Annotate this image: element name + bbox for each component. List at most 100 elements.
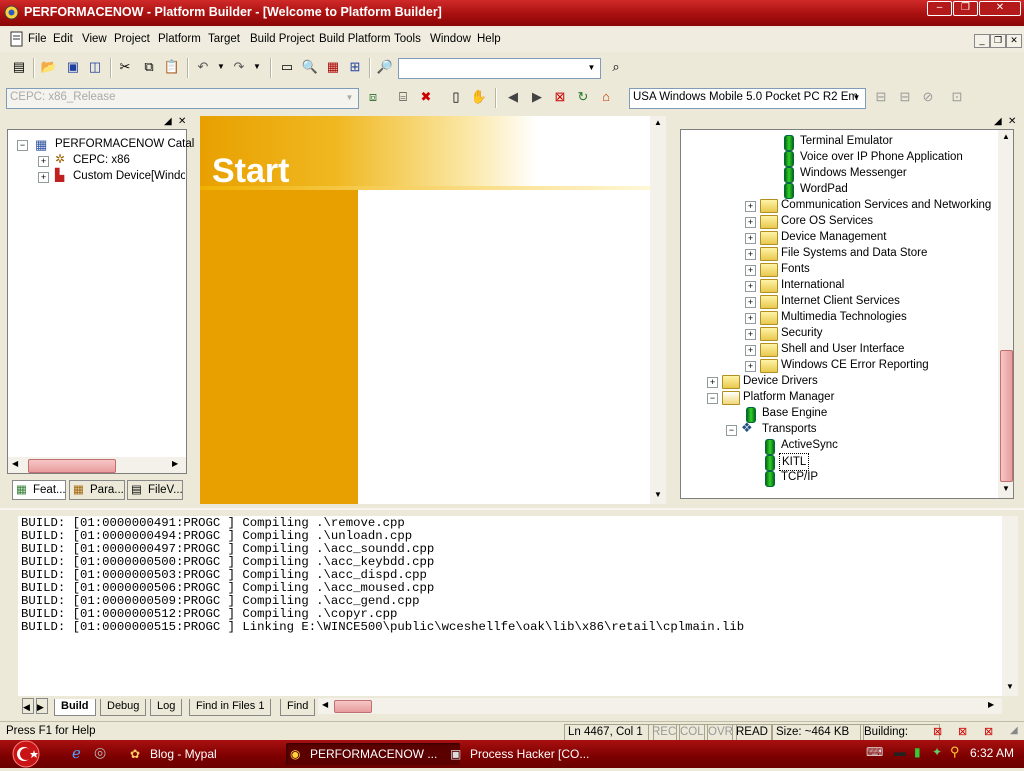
expand-icon[interactable]: + (745, 201, 756, 212)
close-button[interactable]: ✕ (979, 1, 1021, 16)
catalog-item-activesync[interactable]: ActiveSync (781, 437, 838, 453)
browser-quicklaunch-icon[interactable]: ℯ (72, 744, 81, 762)
configuration-combo[interactable]: CEPC: x86_Release ▼ (6, 88, 359, 109)
forward-icon[interactable]: ▶ (528, 88, 546, 106)
catalog-folder-fonts[interactable]: Fonts (781, 261, 810, 277)
menu-file[interactable]: File (28, 33, 47, 45)
mdi-minimize-button[interactable]: _ (974, 34, 990, 48)
tab-find[interactable]: Find (280, 699, 316, 716)
tab-feature-view[interactable]: ▦ Feat... (12, 480, 66, 500)
tab-parameter-view[interactable]: ▦ Para... (69, 480, 125, 500)
redo-dropdown-icon[interactable]: ▼ (248, 58, 266, 76)
output-horizontal-scrollbar[interactable]: ◀ ▶ (318, 698, 1002, 714)
expand-icon[interactable]: + (745, 217, 756, 228)
expand-icon[interactable]: + (38, 156, 49, 167)
catalog-item-terminal-emulator[interactable]: Terminal Emulator (800, 133, 893, 149)
start-button[interactable] (4, 740, 48, 768)
cut-icon[interactable]: ✂ (116, 58, 134, 76)
catalog-vertical-scrollbar[interactable]: ▲ ▼ (998, 130, 1013, 498)
expand-icon[interactable]: + (38, 172, 49, 183)
resize-grip-icon[interactable]: ◢ (1010, 725, 1018, 736)
pane-close-icon[interactable]: ✕ (1008, 116, 1016, 127)
taskbar-item-platform-builder[interactable]: ◉ PERFORMACENOW ... (286, 743, 460, 765)
title-bar[interactable]: PERFORMACENOW - Platform Builder - [Welc… (0, 0, 1024, 26)
catalog-folder-core-os[interactable]: Core OS Services (781, 213, 873, 229)
back-icon[interactable]: ◀ (504, 88, 522, 106)
find-binoculars-icon[interactable]: ⌕ (607, 58, 625, 76)
find-icon[interactable]: 🔎 (376, 58, 394, 76)
expand-icon[interactable]: + (745, 313, 756, 324)
connectivity-icon[interactable]: ⊡ (948, 88, 966, 106)
maximize-button[interactable]: ❐ (953, 1, 978, 16)
menu-build-platform[interactable]: Build Platform (319, 33, 391, 45)
catalog-item-base-engine[interactable]: Base Engine (762, 405, 827, 421)
menu-project[interactable]: Project (114, 33, 150, 45)
chevron-down-icon[interactable]: ▼ (584, 60, 599, 75)
tab-scroll-right-icon[interactable]: ▶ (36, 698, 48, 714)
chevron-down-icon[interactable]: ▼ (849, 90, 864, 105)
scroll-thumb[interactable] (28, 459, 116, 473)
sdk-combo[interactable]: USA Windows Mobile 5.0 Pocket PC R2 Em ▼ (629, 88, 866, 109)
scroll-right-icon[interactable]: ▶ (172, 459, 178, 468)
tree-item-cepc[interactable]: CEPC: x86 (73, 152, 130, 168)
horizontal-scrollbar[interactable]: ◀ ▶ (8, 457, 186, 473)
collapse-icon[interactable]: − (707, 393, 718, 404)
collapse-icon[interactable]: − (17, 140, 28, 151)
tab-find-in-files[interactable]: Find in Files 1 (189, 699, 272, 716)
catalog-item-voip[interactable]: Voice over IP Phone Application (800, 149, 963, 165)
expand-icon[interactable]: + (745, 345, 756, 356)
catalog-folder-multimedia[interactable]: Multimedia Technologies (781, 309, 907, 325)
rebuild-icon[interactable]: ⌸ (394, 88, 412, 106)
redo-icon[interactable]: ↷ (230, 58, 248, 76)
workspace-window-icon[interactable]: ⊞ (346, 58, 364, 76)
scroll-up-icon[interactable]: ▲ (1002, 132, 1010, 141)
catalog-folder-error-reporting[interactable]: Windows CE Error Reporting (781, 357, 929, 373)
scroll-up-icon[interactable]: ▲ (654, 118, 662, 127)
expand-icon[interactable]: + (745, 281, 756, 292)
taskbar-item-process-hacker[interactable]: ▣ Process Hacker [CO... (446, 743, 620, 765)
tab-scroll-left-icon[interactable]: ◀ (22, 698, 34, 714)
mdi-close-button[interactable]: ✕ (1006, 34, 1022, 48)
catalog-folder-device-management[interactable]: Device Management (781, 229, 886, 245)
scroll-down-icon[interactable]: ▼ (654, 490, 662, 499)
menu-tools[interactable]: Tools (394, 33, 421, 45)
window-list-icon[interactable]: ▭ (278, 58, 296, 76)
collapse-icon[interactable]: − (726, 425, 737, 436)
find-in-files-icon[interactable]: 🔍 (301, 58, 319, 76)
catalog-folder-communication[interactable]: Communication Services and Networking (781, 197, 991, 213)
tab-log[interactable]: Log (150, 699, 183, 716)
catalog-item-tcpip[interactable]: TCP/IP (781, 469, 818, 485)
menu-window[interactable]: Window (430, 33, 471, 45)
pane-pin-icon[interactable]: ◢ (164, 116, 172, 127)
scroll-left-icon[interactable]: ◀ (12, 459, 18, 468)
tab-build[interactable]: Build (54, 699, 96, 716)
home-icon[interactable]: ⌂ (597, 88, 615, 106)
copy-icon[interactable]: ⧉ (140, 58, 158, 76)
build-icon[interactable]: ⧈ (364, 88, 382, 106)
expand-icon[interactable]: + (745, 265, 756, 276)
find-combo[interactable]: ▼ (398, 58, 601, 79)
detach-device-icon[interactable]: ⊘ (919, 88, 937, 106)
chevron-down-icon[interactable]: ▼ (342, 90, 357, 105)
stop-build-icon[interactable]: ✖ (417, 88, 435, 106)
open-folder-icon[interactable]: 📂 (40, 58, 58, 76)
taskbar-item-blog[interactable]: ✿ Blog - Mypal (126, 743, 300, 765)
catalog-item-windows-messenger[interactable]: Windows Messenger (800, 165, 907, 181)
new-file-icon[interactable]: ▯ (447, 88, 465, 106)
undo-icon[interactable]: ↶ (194, 58, 212, 76)
network-tray-icon[interactable]: ▮ (914, 745, 921, 759)
clock[interactable]: 6:32 AM (970, 746, 1014, 760)
catalog-folder-transports[interactable]: Transports (762, 421, 817, 437)
scroll-thumb[interactable] (1000, 350, 1013, 482)
scroll-down-icon[interactable]: ▼ (1006, 682, 1014, 691)
start-page-vertical-scrollbar[interactable]: ▲ ▼ (650, 116, 666, 504)
pane-close-icon[interactable]: ✕ (178, 116, 186, 127)
mdi-restore-button[interactable]: ❐ (990, 34, 1006, 48)
output-text[interactable]: BUILD: [01:0000000491:PROGC ] Compiling … (18, 516, 1004, 696)
minimize-button[interactable]: ‒ (927, 1, 952, 16)
platform-builder-app-icon[interactable] (4, 5, 19, 20)
scroll-right-icon[interactable]: ▶ (988, 700, 994, 709)
hand-icon[interactable]: ✋ (470, 88, 488, 106)
menu-view[interactable]: View (82, 33, 107, 45)
search-tray-icon[interactable]: ⚲ (950, 744, 960, 760)
